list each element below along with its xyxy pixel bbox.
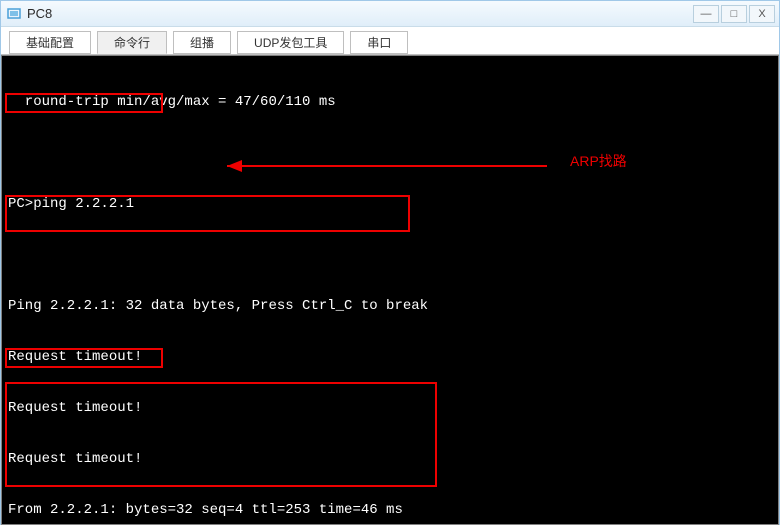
tab-serial[interactable]: 串口: [350, 31, 408, 54]
highlight-box: [5, 382, 437, 487]
terminal-output[interactable]: round-trip min/avg/max = 47/60/110 ms PC…: [1, 55, 779, 525]
window-title: PC8: [27, 6, 691, 21]
tab-bar: 基础配置 命令行 组播 UDP发包工具 串口: [1, 27, 779, 55]
close-button[interactable]: X: [749, 5, 775, 23]
app-window: PC8 — □ X 基础配置 命令行 组播 UDP发包工具 串口 round-t…: [0, 0, 780, 525]
tab-command-line[interactable]: 命令行: [97, 31, 167, 54]
app-icon: [7, 7, 21, 21]
terminal-line: [2, 247, 778, 264]
terminal-line: Request timeout!: [2, 400, 778, 417]
terminal-line: From 2.2.2.1: bytes=32 seq=4 ttl=253 tim…: [2, 502, 778, 519]
terminal-line: PC>ping 2.2.2.1: [2, 196, 778, 213]
tab-basic-config[interactable]: 基础配置: [9, 31, 91, 54]
tab-udp-tool[interactable]: UDP发包工具: [237, 31, 344, 54]
terminal-line: Request timeout!: [2, 451, 778, 468]
titlebar: PC8 — □ X: [1, 1, 779, 27]
terminal-line: [2, 145, 778, 162]
terminal-line: round-trip min/avg/max = 47/60/110 ms: [2, 94, 778, 111]
minimize-button[interactable]: —: [693, 5, 719, 23]
maximize-button[interactable]: □: [721, 5, 747, 23]
terminal-line: Ping 2.2.2.1: 32 data bytes, Press Ctrl_…: [2, 298, 778, 315]
tab-multicast[interactable]: 组播: [173, 31, 231, 54]
terminal-line: Request timeout!: [2, 349, 778, 366]
